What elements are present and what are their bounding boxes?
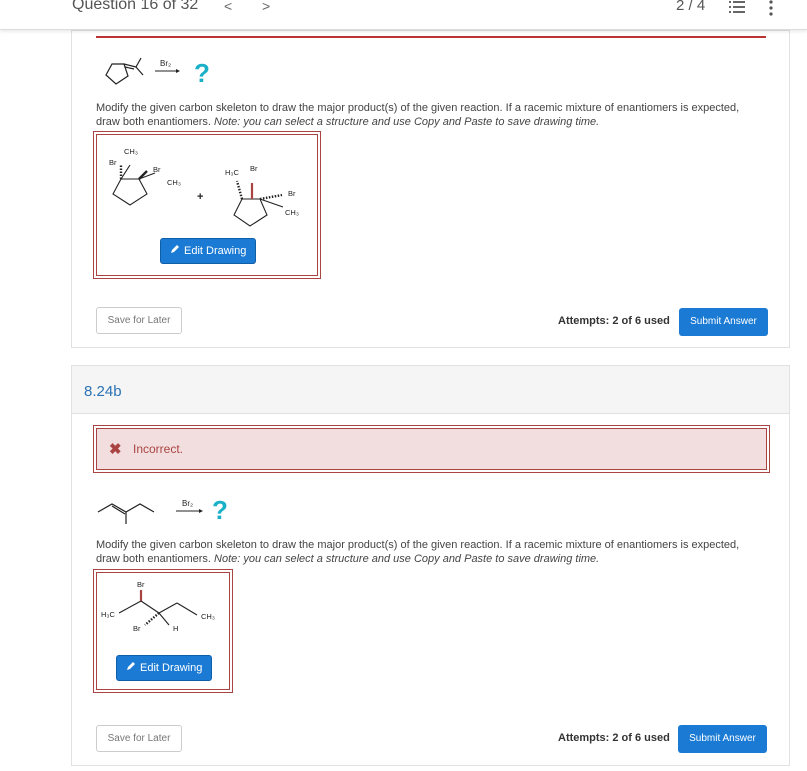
- submit-answer-button[interactable]: Submit Answer: [679, 308, 768, 336]
- previous-question-button[interactable]: <: [224, 0, 232, 14]
- attempts-counter: Attempts: 2 of 6 used: [558, 732, 670, 744]
- starting-alkene-structure: [105, 57, 144, 85]
- pencil-icon: [127, 662, 135, 670]
- question-counter: Question 16 of 32: [72, 0, 199, 13]
- h3c-label: H₃C: [101, 610, 115, 619]
- product-structures-1: Br CH₃ Br CH₃ + H₃C Br Br CH₃: [109, 147, 299, 227]
- submit-answer-button[interactable]: Submit Answer: [678, 725, 767, 753]
- ch3-label: CH₃: [201, 612, 215, 621]
- br-label: Br: [153, 165, 161, 174]
- br-label: Br: [250, 164, 258, 173]
- reaction-scheme-2: Br₂ ?: [97, 495, 228, 525]
- reaction-arrowhead: [199, 509, 203, 513]
- reagent-label: Br₂: [160, 59, 171, 68]
- question-number: 8.24b: [84, 383, 122, 400]
- error-x-icon: ✖: [109, 441, 122, 458]
- question-topbar: Question 16 of 32 < > 2 / 4: [0, 0, 807, 30]
- part-counter: 2 / 4: [676, 0, 706, 14]
- br-label: Br: [137, 580, 145, 589]
- h-label: H: [173, 624, 178, 633]
- question-card-2: 8.24b ✖ Incorrect. Br₂ ? Modify the give…: [71, 365, 790, 766]
- attempts-counter: Attempts: 2 of 6 used: [558, 315, 670, 327]
- save-for-later-button[interactable]: Save for Later: [96, 725, 182, 752]
- edit-drawing-label: Edit Drawing: [184, 245, 247, 257]
- ch3-label: CH₃: [124, 147, 138, 156]
- pencil-icon: [171, 245, 179, 253]
- unknown-product-mark: ?: [212, 495, 228, 525]
- br-label: Br: [109, 158, 117, 167]
- ch3-label: CH₃: [285, 208, 299, 217]
- br-label: Br: [133, 624, 141, 633]
- reagent-label: Br₂: [182, 499, 193, 508]
- question-2-note: Note: you can select a structure and use…: [214, 553, 600, 565]
- question-2-instructions: Modify the given carbon skeleton to draw…: [96, 538, 746, 566]
- edit-drawing-button[interactable]: Edit Drawing: [160, 238, 257, 264]
- starting-alkene-structure: [97, 503, 155, 524]
- answer-drawing-area-1[interactable]: Br CH₃ Br CH₃ + H₃C Br Br CH₃ Edit Drawi…: [93, 131, 321, 279]
- save-for-later-button[interactable]: Save for Later: [96, 307, 182, 334]
- question-card-1: Br₂ ? Modify the given carbon skeleton t…: [71, 30, 790, 348]
- plus-sign: +: [197, 191, 203, 203]
- question-header: 8.24b: [72, 366, 789, 414]
- question-1-note: Note: you can select a structure and use…: [214, 116, 600, 128]
- br-label: Br: [288, 189, 296, 198]
- next-question-button[interactable]: >: [262, 0, 270, 14]
- list-icon[interactable]: [729, 0, 745, 14]
- edit-drawing-label: Edit Drawing: [140, 662, 203, 674]
- question-1-instructions: Modify the given carbon skeleton to draw…: [96, 101, 746, 129]
- incorrect-label: Incorrect.: [133, 442, 184, 456]
- more-options-icon[interactable]: [768, 0, 774, 16]
- edit-drawing-button[interactable]: Edit Drawing: [116, 655, 213, 681]
- incorrect-feedback-banner: ✖ Incorrect.: [93, 425, 770, 473]
- reaction-arrowhead: [176, 69, 180, 73]
- h3c-label: H₃C: [225, 168, 239, 177]
- ch3-label: CH₃: [167, 178, 181, 187]
- reaction-scheme-1: Br₂ ?: [105, 57, 210, 88]
- answer-drawing-area-2[interactable]: Br H₃C CH₃ Br H Edit Drawing: [93, 569, 233, 693]
- product-structure-2: Br H₃C CH₃ Br H: [101, 580, 215, 633]
- unknown-product-mark: ?: [194, 58, 210, 88]
- previous-feedback-border: [96, 35, 766, 38]
